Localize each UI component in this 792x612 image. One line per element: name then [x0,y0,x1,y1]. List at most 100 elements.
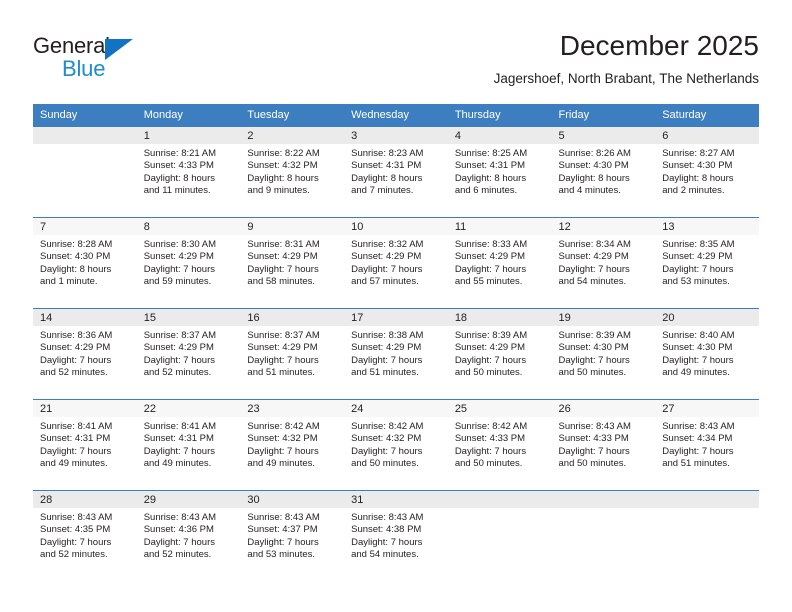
day-number: 8 [136,218,241,235]
sunrise-text: Sunrise: 8:26 AM [558,148,631,159]
calendar-cell[interactable]: 10 Sunrise: 8:32 AM Sunset: 4:29 PM Dayligh… [344,217,448,309]
general-blue-logo[interactable]: General Blue [33,33,193,85]
sunset-text: Sunset: 4:32 PM [351,433,422,445]
sunrise-text: Sunrise: 8:40 AM [662,330,735,341]
calendar-cell[interactable]: 21 Sunrise: 8:41 AM Sunset: 4:31 PM Dayligh… [33,399,137,491]
calendar-cell[interactable] [33,126,137,218]
day-cell[interactable]: 29 Sunrise: 8:43 AM Sunset: 4:36 PM Dayligh… [136,491,241,581]
calendar-cell[interactable]: 5 Sunrise: 8:26 AM Sunset: 4:30 PM Daylight… [551,126,656,218]
calendar-cell[interactable]: 8 Sunrise: 8:30 AM Sunset: 4:29 PM Daylight… [136,217,241,309]
calendar-cell[interactable]: 26 Sunrise: 8:43 AM Sunset: 4:33 PM Dayligh… [551,399,656,491]
day-cell[interactable]: 28 Sunrise: 8:43 AM Sunset: 4:35 PM Dayligh… [33,491,137,581]
daylight-text-line1: Daylight: 7 hours [143,354,215,366]
day-cell[interactable]: 31 Sunrise: 8:43 AM Sunset: 4:38 PM Dayligh… [344,491,448,581]
day-details: Sunrise: 8:28 AM Sunset: 4:30 PM Daylight:… [33,235,137,289]
day-cell[interactable]: 25 Sunrise: 8:42 AM Sunset: 4:33 PM Dayligh… [447,400,552,490]
calendar-cell[interactable]: 27 Sunrise: 8:43 AM Sunset: 4:34 PM Dayligh… [655,399,759,491]
day-cell[interactable]: 2 Sunrise: 8:22 AM Sunset: 4:32 PM Daylight… [240,127,345,217]
day-cell[interactable]: 26 Sunrise: 8:43 AM Sunset: 4:33 PM Dayligh… [551,400,656,490]
day-cell[interactable]: 24 Sunrise: 8:42 AM Sunset: 4:32 PM Dayligh… [344,400,448,490]
calendar-body: 1 Sunrise: 8:21 AM Sunset: 4:33 PM Daylight… [33,126,759,581]
calendar-cell[interactable]: 20 Sunrise: 8:40 AM Sunset: 4:30 PM Dayligh… [655,308,759,400]
day-cell[interactable]: 13 Sunrise: 8:35 AM Sunset: 4:29 PM Dayligh… [655,218,759,308]
day-cell[interactable]: 11 Sunrise: 8:33 AM Sunset: 4:29 PM Dayligh… [447,218,552,308]
day-number: 22 [136,400,241,417]
sunset-text: Sunset: 4:29 PM [247,251,318,263]
day-cell[interactable]: 10 Sunrise: 8:32 AM Sunset: 4:29 PM Dayligh… [344,218,448,308]
calendar-cell[interactable]: 3 Sunrise: 8:23 AM Sunset: 4:31 PM Daylight… [344,126,448,218]
daylight-text-line1: Daylight: 7 hours [351,263,423,275]
calendar-cell[interactable]: 29 Sunrise: 8:43 AM Sunset: 4:36 PM Dayligh… [136,490,241,581]
day-cell[interactable] [33,127,137,217]
daylight-text-line1: Daylight: 7 hours [662,354,734,366]
day-number: 20 [655,309,759,326]
daylight-text-line2: and 6 minutes. [454,185,518,197]
day-number: 23 [240,400,345,417]
day-cell[interactable]: 23 Sunrise: 8:42 AM Sunset: 4:32 PM Dayligh… [240,400,345,490]
day-cell[interactable]: 6 Sunrise: 8:27 AM Sunset: 4:30 PM Daylight… [655,127,759,217]
calendar-cell[interactable]: 2 Sunrise: 8:22 AM Sunset: 4:32 PM Daylight… [240,126,345,218]
calendar-cell[interactable]: 24 Sunrise: 8:42 AM Sunset: 4:32 PM Dayligh… [344,399,448,491]
daylight-text-line2: and 7 minutes. [351,185,414,197]
day-cell[interactable] [447,491,552,581]
daylight-text-line1: Daylight: 7 hours [40,354,112,366]
calendar-cell[interactable]: 18 Sunrise: 8:39 AM Sunset: 4:29 PM Dayligh… [447,308,552,400]
calendar-cell[interactable]: 30 Sunrise: 8:43 AM Sunset: 4:37 PM Dayligh… [240,490,345,581]
day-cell[interactable]: 21 Sunrise: 8:41 AM Sunset: 4:31 PM Dayligh… [33,400,137,490]
day-cell[interactable]: 18 Sunrise: 8:39 AM Sunset: 4:29 PM Dayligh… [447,309,552,399]
brand-name-blue: Blue [62,56,106,81]
day-cell[interactable] [551,491,656,581]
day-cell[interactable] [655,491,759,581]
day-cell[interactable]: 5 Sunrise: 8:26 AM Sunset: 4:30 PM Daylight… [551,127,656,217]
calendar-cell[interactable]: 16 Sunrise: 8:37 AM Sunset: 4:29 PM Dayligh… [240,308,345,400]
calendar-cell[interactable]: 15 Sunrise: 8:37 AM Sunset: 4:29 PM Dayligh… [136,308,241,400]
day-cell[interactable]: 27 Sunrise: 8:43 AM Sunset: 4:34 PM Dayligh… [655,400,759,490]
calendar-cell[interactable]: 9 Sunrise: 8:31 AM Sunset: 4:29 PM Daylight… [240,217,345,309]
sunrise-text: Sunrise: 8:43 AM [558,421,631,432]
calendar-cell[interactable]: 19 Sunrise: 8:39 AM Sunset: 4:30 PM Dayligh… [551,308,656,400]
day-cell[interactable]: 3 Sunrise: 8:23 AM Sunset: 4:31 PM Daylight… [344,127,448,217]
daylight-text-line2: and 50 minutes. [558,367,627,379]
day-cell[interactable]: 16 Sunrise: 8:37 AM Sunset: 4:29 PM Dayligh… [240,309,345,399]
calendar-cell[interactable]: 28 Sunrise: 8:43 AM Sunset: 4:35 PM Dayligh… [33,490,137,581]
calendar-cell[interactable]: 23 Sunrise: 8:42 AM Sunset: 4:32 PM Dayligh… [240,399,345,491]
day-details: Sunrise: 8:26 AM Sunset: 4:30 PM Daylight:… [552,144,656,198]
day-cell[interactable]: 14 Sunrise: 8:36 AM Sunset: 4:29 PM Dayligh… [33,309,137,399]
calendar-cell[interactable]: 11 Sunrise: 8:33 AM Sunset: 4:29 PM Dayligh… [447,217,552,309]
day-cell[interactable]: 22 Sunrise: 8:41 AM Sunset: 4:31 PM Dayligh… [136,400,241,490]
daylight-text-line2: and 59 minutes. [143,276,212,288]
calendar-cell[interactable] [655,490,759,581]
calendar-cell[interactable]: 7 Sunrise: 8:28 AM Sunset: 4:30 PM Daylight… [33,217,137,309]
calendar-cell[interactable]: 1 Sunrise: 8:21 AM Sunset: 4:33 PM Daylight… [136,126,241,218]
calendar-cell[interactable]: 6 Sunrise: 8:27 AM Sunset: 4:30 PM Daylight… [655,126,759,218]
daylight-text-line1: Daylight: 7 hours [351,354,423,366]
day-cell[interactable]: 30 Sunrise: 8:43 AM Sunset: 4:37 PM Dayligh… [240,491,345,581]
calendar-cell[interactable]: 17 Sunrise: 8:38 AM Sunset: 4:29 PM Dayligh… [344,308,448,400]
calendar-cell[interactable]: 14 Sunrise: 8:36 AM Sunset: 4:29 PM Dayligh… [33,308,137,400]
day-cell[interactable]: 1 Sunrise: 8:21 AM Sunset: 4:33 PM Daylight… [136,127,241,217]
day-cell[interactable]: 15 Sunrise: 8:37 AM Sunset: 4:29 PM Dayligh… [136,309,241,399]
calendar-cell[interactable] [551,490,656,581]
day-cell[interactable]: 20 Sunrise: 8:40 AM Sunset: 4:30 PM Dayligh… [655,309,759,399]
calendar-cell[interactable]: 4 Sunrise: 8:25 AM Sunset: 4:31 PM Daylight… [447,126,552,218]
sunrise-text: Sunrise: 8:43 AM [351,512,424,523]
daylight-text-line1: Daylight: 7 hours [143,263,215,275]
day-cell[interactable]: 7 Sunrise: 8:28 AM Sunset: 4:30 PM Daylight… [33,218,137,308]
day-cell[interactable]: 4 Sunrise: 8:25 AM Sunset: 4:31 PM Daylight… [447,127,552,217]
day-number: 3 [344,127,448,144]
calendar-cell[interactable] [447,490,552,581]
day-cell[interactable]: 17 Sunrise: 8:38 AM Sunset: 4:29 PM Dayligh… [344,309,448,399]
day-number: 31 [344,491,448,508]
calendar-cell[interactable]: 12 Sunrise: 8:34 AM Sunset: 4:29 PM Dayligh… [551,217,656,309]
calendar-cell[interactable]: 22 Sunrise: 8:41 AM Sunset: 4:31 PM Dayligh… [136,399,241,491]
day-cell[interactable]: 9 Sunrise: 8:31 AM Sunset: 4:29 PM Daylight… [240,218,345,308]
day-details: Sunrise: 8:36 AM Sunset: 4:29 PM Daylight:… [33,326,137,380]
calendar-cell[interactable]: 25 Sunrise: 8:42 AM Sunset: 4:33 PM Dayligh… [447,399,552,491]
day-details: Sunrise: 8:35 AM Sunset: 4:29 PM Daylight:… [655,235,759,289]
day-cell[interactable]: 8 Sunrise: 8:30 AM Sunset: 4:29 PM Daylight… [136,218,241,308]
day-cell[interactable]: 12 Sunrise: 8:34 AM Sunset: 4:29 PM Dayligh… [551,218,656,308]
daylight-text-line1: Daylight: 7 hours [351,445,423,457]
calendar-cell[interactable]: 31 Sunrise: 8:43 AM Sunset: 4:38 PM Dayligh… [344,490,448,581]
calendar-cell[interactable]: 13 Sunrise: 8:35 AM Sunset: 4:29 PM Dayligh… [655,217,759,309]
day-cell[interactable]: 19 Sunrise: 8:39 AM Sunset: 4:30 PM Dayligh… [551,309,656,399]
